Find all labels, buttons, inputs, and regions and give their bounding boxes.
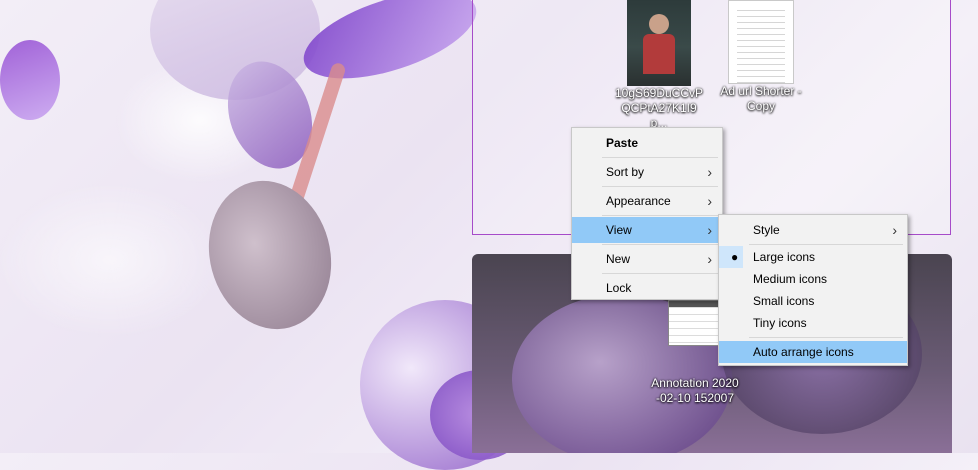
desktop-icon-label: 10gS69DuCCvP QCPtA27K1I9p...	[614, 86, 704, 131]
wallpaper-bud	[192, 167, 348, 343]
menu-item-appearance[interactable]: Appearance ›	[572, 188, 722, 214]
document-thumbnail-icon	[728, 0, 794, 84]
desktop-icon-image-file[interactable]: 10gS69DuCCvP QCPtA27K1I9p...	[614, 0, 704, 131]
image-thumbnail-icon	[627, 0, 691, 86]
label-line: Annotation 2020	[651, 376, 739, 390]
menu-item-view[interactable]: View ›	[572, 217, 722, 243]
menu-separator	[602, 215, 718, 216]
desktop-icon-label: Ad url Shorter - Copy	[716, 84, 806, 114]
menu-item-medium-icons[interactable]: Medium icons	[719, 268, 907, 290]
menu-item-label: Sort by	[606, 165, 645, 179]
desktop-context-menu: Paste Sort by › Appearance › View › New …	[571, 127, 723, 300]
menu-item-label: View	[606, 223, 632, 237]
menu-separator	[602, 244, 718, 245]
menu-item-large-icons[interactable]: ● Large icons	[719, 246, 907, 268]
desktop-icon-text-file[interactable]: Ad url Shorter - Copy	[716, 0, 806, 114]
menu-separator	[602, 273, 718, 274]
chevron-right-icon: ›	[707, 164, 712, 180]
menu-item-style[interactable]: Style ›	[719, 217, 907, 243]
label-line: Ad url Shorter -	[720, 84, 802, 98]
menu-item-label: Style	[753, 223, 780, 237]
menu-item-sort-by[interactable]: Sort by ›	[572, 159, 722, 185]
menu-item-label: Auto arrange icons	[753, 345, 854, 359]
menu-item-label: Medium icons	[753, 272, 828, 286]
chevron-right-icon: ›	[892, 222, 897, 238]
menu-item-label: Paste	[606, 136, 639, 150]
label-line: 10gS69DuCCvP	[614, 86, 704, 100]
screenshot-thumbnail-icon	[668, 300, 722, 346]
menu-separator	[602, 157, 718, 158]
chevron-right-icon: ›	[707, 193, 712, 209]
label-line: -02-10 152007	[655, 391, 735, 405]
wallpaper-petal	[293, 0, 487, 97]
menu-item-small-icons[interactable]: Small icons	[719, 290, 907, 312]
menu-item-label: Small icons	[753, 294, 815, 308]
menu-item-label: Appearance	[606, 194, 671, 208]
menu-item-label: Lock	[606, 281, 632, 295]
menu-item-tiny-icons[interactable]: Tiny icons	[719, 312, 907, 334]
menu-item-lock[interactable]: Lock	[572, 275, 722, 301]
menu-item-label: Tiny icons	[753, 316, 807, 330]
chevron-right-icon: ›	[707, 251, 712, 267]
view-submenu: Style › ● Large icons Medium icons Small…	[718, 214, 908, 366]
menu-item-paste[interactable]: Paste	[572, 130, 722, 156]
wallpaper-petal	[0, 40, 60, 120]
label-line: Copy	[746, 99, 775, 113]
menu-separator	[749, 244, 903, 245]
menu-separator	[602, 186, 718, 187]
menu-item-new[interactable]: New ›	[572, 246, 722, 272]
radio-dot-icon: ●	[731, 250, 739, 264]
chevron-right-icon: ›	[707, 222, 712, 238]
desktop-icon-label: Annotation 2020 -02-10 152007	[650, 376, 740, 406]
menu-item-label: Large icons	[753, 250, 816, 264]
menu-item-auto-arrange-icons[interactable]: Auto arrange icons	[719, 341, 907, 363]
menu-separator	[749, 337, 903, 338]
menu-item-label: New	[606, 252, 631, 266]
